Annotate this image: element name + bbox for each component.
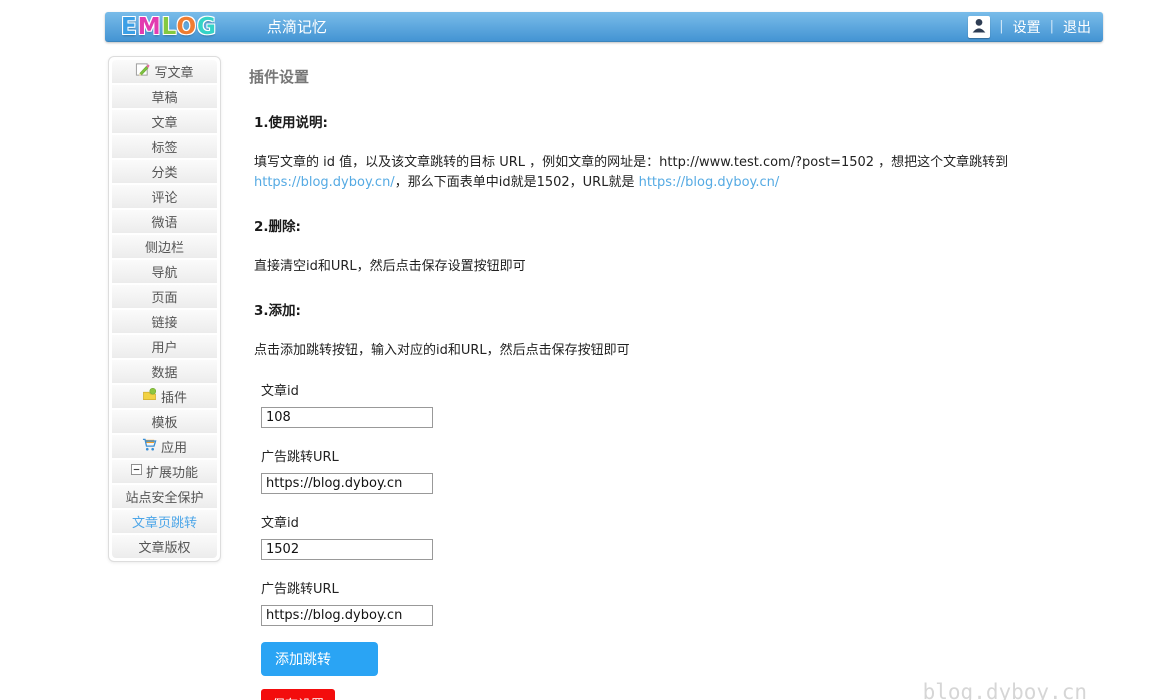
cart-icon	[142, 437, 157, 456]
sidebar-item-users[interactable]: 用户	[112, 335, 217, 358]
sidebar-item-posts[interactable]: 文章	[112, 110, 217, 133]
add-heading: 3.添加:	[254, 299, 1103, 319]
header-separator: |	[1050, 19, 1054, 34]
logo-letter: G	[197, 14, 217, 40]
sidebar-item-article-copyright[interactable]: 文章版权	[112, 535, 217, 558]
article-id-input-1[interactable]	[261, 407, 433, 428]
page-title: 插件设置	[249, 66, 1103, 87]
usage-text: ，那么下面表单中id就是1502，URL就是	[395, 175, 639, 190]
sidebar-item-data[interactable]: 数据	[112, 360, 217, 383]
delete-instructions: 直接清空id和URL，然后点击保存设置按钮即可	[254, 257, 1103, 277]
sidebar-item-categories[interactable]: 分类	[112, 160, 217, 183]
sidebar-item-plugins[interactable]: 插件	[112, 385, 217, 408]
sidebar-item-label: 评论	[151, 187, 177, 206]
page-container: EMLOG 点滴记忆 | 设置 | 退出	[105, 12, 1103, 700]
sidebar-item-label: 页面	[151, 287, 177, 306]
logo-letter: O	[176, 14, 197, 40]
redirect-url-label-1: 广告跳转URL	[261, 446, 1103, 465]
save-settings-button[interactable]: 保存设置	[261, 689, 335, 700]
sidebar-item-label: 导航	[151, 262, 177, 281]
sidebar-item-label: 草稿	[151, 87, 177, 106]
sidebar-item-label: 微语	[151, 212, 177, 231]
pencil-icon	[135, 62, 150, 81]
sidebar-item-drafts[interactable]: 草稿	[112, 85, 217, 108]
usage-paragraph: 填写文章的 id 值，以及该文章跳转的目标 URL ，例如文章的网址是：http…	[254, 153, 1103, 193]
user-icon	[970, 16, 988, 38]
sidebar-item-label: 扩展功能	[146, 462, 198, 481]
sidebar-item-sidebar-widgets[interactable]: 侧边栏	[112, 235, 217, 258]
sidebar-item-label: 文章	[151, 112, 177, 131]
logout-link[interactable]: 退出	[1063, 17, 1091, 37]
sidebar-item-label: 文章版权	[138, 537, 190, 556]
delete-heading: 2.删除:	[254, 215, 1103, 235]
logo-letter: L	[162, 14, 177, 40]
sidebar-item-label: 写文章	[154, 62, 193, 81]
article-id-label-2: 文章id	[261, 512, 1103, 531]
sidebar-item-write-post[interactable]: 写文章	[112, 60, 217, 83]
sidebar-item-label: 标签	[151, 137, 177, 156]
settings-link[interactable]: 设置	[1013, 17, 1041, 37]
sidebar-item-microblog[interactable]: 微语	[112, 210, 217, 233]
usage-heading: 1.使用说明:	[254, 111, 1103, 131]
usage-text: 填写文章的 id 值，以及该文章跳转的目标 URL ，例如文章的网址是：http…	[254, 155, 1008, 170]
sidebar-item-extensions[interactable]: 扩展功能	[112, 460, 217, 483]
sidebar-item-article-redirect[interactable]: 文章页跳转	[112, 510, 217, 533]
user-avatar[interactable]	[968, 16, 990, 38]
sidebar-item-links[interactable]: 链接	[112, 310, 217, 333]
sidebar-item-apps[interactable]: 应用	[112, 435, 217, 458]
sidebar-item-label: 应用	[161, 437, 187, 456]
plugin-icon	[142, 387, 157, 406]
redirect-url-label-2: 广告跳转URL	[261, 578, 1103, 597]
redirect-url-input-2[interactable]	[261, 605, 433, 626]
usage-link-1[interactable]: https://blog.dyboy.cn/	[254, 175, 395, 190]
site-title: 点滴记忆	[267, 16, 327, 37]
sidebar-item-label: 数据	[151, 362, 177, 381]
watermark: blog.dyboy.cn	[923, 680, 1087, 700]
logo-letter: M	[138, 14, 162, 40]
sidebar-item-label: 文章页跳转	[132, 512, 197, 531]
redirect-form: 文章id 广告跳转URL 文章id 广告跳转URL 添加跳转 保存设置	[261, 380, 1103, 700]
header-separator: |	[999, 19, 1003, 34]
sidebar-item-comments[interactable]: 评论	[112, 185, 217, 208]
sidebar-item-pages[interactable]: 页面	[112, 285, 217, 308]
admin-sidebar: 写文章 草稿 文章 标签 分类 评论 微语 侧边栏 导航 页面 链接 用户 数据	[108, 56, 221, 562]
sidebar-item-templates[interactable]: 模板	[112, 410, 217, 433]
sidebar-item-label: 插件	[161, 387, 187, 406]
article-id-input-2[interactable]	[261, 539, 433, 560]
sidebar-item-label: 分类	[151, 162, 177, 181]
redirect-url-input-1[interactable]	[261, 473, 433, 494]
sidebar-item-label: 模板	[151, 412, 177, 431]
sidebar-item-label: 用户	[151, 337, 177, 356]
minus-box-icon	[131, 464, 142, 479]
sidebar-item-label: 站点安全保护	[125, 487, 203, 506]
sidebar-item-label: 链接	[151, 312, 177, 331]
sidebar-item-label: 侧边栏	[145, 237, 184, 256]
article-id-label-1: 文章id	[261, 380, 1103, 399]
add-redirect-button[interactable]: 添加跳转	[261, 642, 378, 676]
usage-link-2[interactable]: https://blog.dyboy.cn/	[639, 175, 780, 190]
sidebar-item-tags[interactable]: 标签	[112, 135, 217, 158]
add-instructions: 点击添加跳转按钮，输入对应的id和URL，然后点击保存按钮即可	[254, 341, 1103, 361]
top-header-bar: EMLOG 点滴记忆 | 设置 | 退出	[105, 12, 1103, 42]
sidebar-item-site-security[interactable]: 站点安全保护	[112, 485, 217, 508]
logo-letter: E	[121, 14, 138, 40]
emlog-logo: EMLOG	[121, 14, 217, 40]
main-content: 插件设置 1.使用说明: 填写文章的 id 值，以及该文章跳转的目标 URL ，…	[249, 56, 1103, 700]
sidebar-item-navigation[interactable]: 导航	[112, 260, 217, 283]
